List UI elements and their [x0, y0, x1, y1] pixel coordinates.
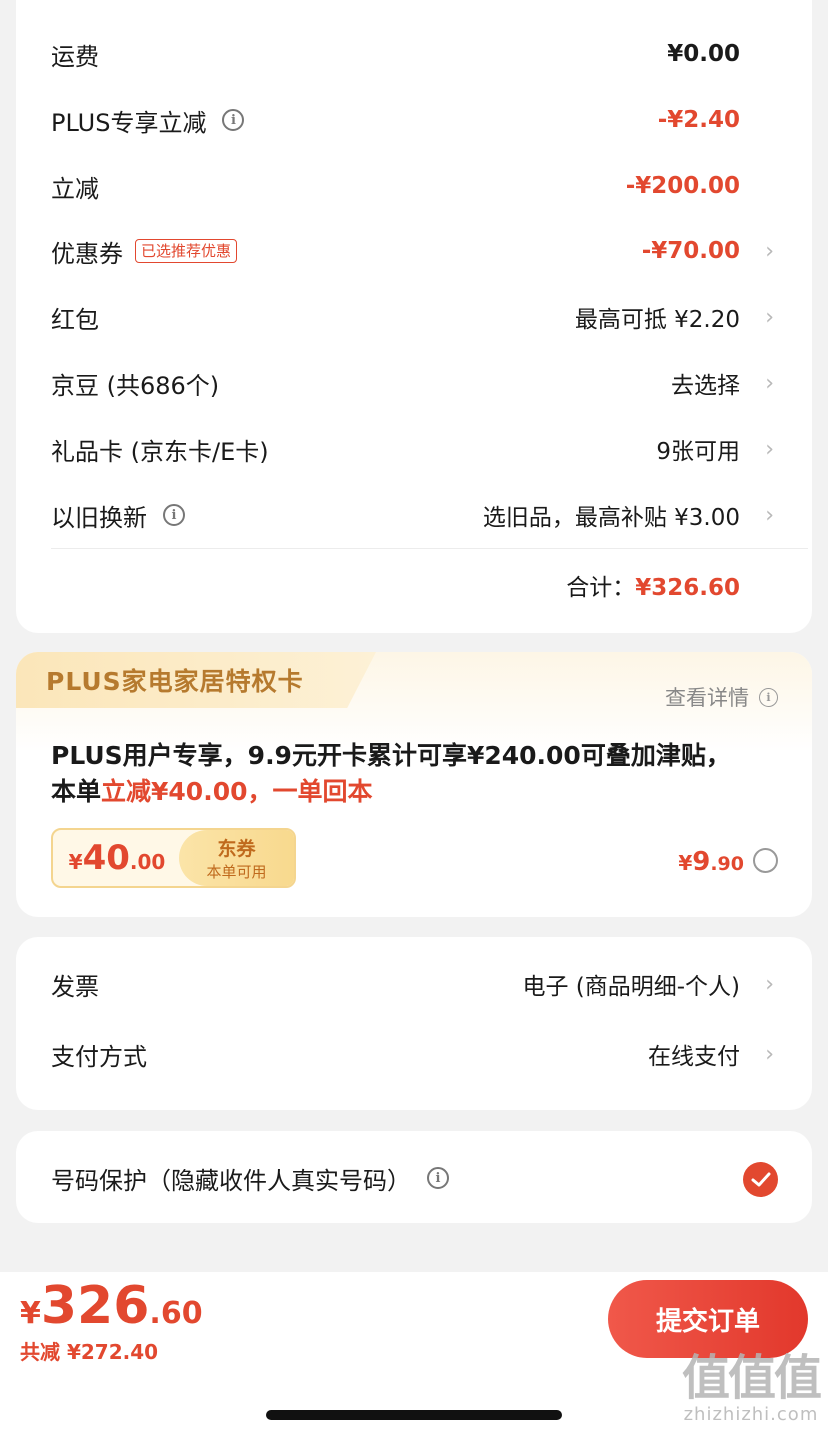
plus-price-integer: 9 — [692, 847, 711, 877]
plus-discount-label-wrap: PLUS专享立减 i — [51, 103, 245, 138]
trade-in-value: 选旧品，最高补贴 ¥3.00 — [482, 505, 740, 531]
fee-summary-card: 运费 ¥0.00 PLUS专享立减 i -¥2.40 立减 -¥200.00 优… — [16, 0, 812, 633]
invoice-value: 电子 (商品明细-个人) — [522, 974, 740, 1000]
number-protection-card: 号码保护（隐藏收件人真实号码） i — [16, 1131, 812, 1223]
plus-discount-value: -¥2.40 — [657, 107, 740, 133]
plus-discount-row: PLUS专享立减 i -¥2.40 — [16, 95, 812, 145]
info-icon: i — [759, 687, 778, 707]
trade-in-row[interactable]: 以旧换新 i 选旧品，最高补贴 ¥3.00 › — [16, 490, 812, 540]
number-protection-row: 号码保护（隐藏收件人真实号码） i — [16, 1153, 812, 1203]
gift-card-value: 9张可用 — [656, 439, 740, 465]
trade-in-label-wrap: 以旧换新 i — [51, 498, 185, 533]
home-indicator[interactable] — [266, 1410, 562, 1420]
chevron-right-icon: › — [765, 436, 774, 462]
payment-method-label: 支付方式 — [51, 1042, 147, 1071]
plus-card-radio[interactable] — [753, 848, 778, 873]
number-protection-checkbox[interactable] — [743, 1162, 778, 1197]
coupon-subtitle: 本单可用 — [206, 863, 267, 881]
number-protection-label-wrap: 号码保护（隐藏收件人真实号码） i — [51, 1161, 449, 1196]
payable-decimal: .60 — [149, 1296, 203, 1331]
plus-price-decimal: .90 — [710, 853, 744, 875]
coupon-label: 优惠券 — [51, 239, 123, 268]
chevron-right-icon: › — [765, 238, 774, 264]
submit-order-button[interactable]: 提交订单 — [608, 1280, 808, 1358]
instant-discount-row: 立减 -¥200.00 — [16, 161, 812, 211]
plus-price-currency: ¥ — [678, 851, 693, 875]
watermark-logo: 值值值 — [681, 1350, 822, 1406]
payable-currency: ¥ — [20, 1296, 41, 1331]
invoice-payment-card: 发票 电子 (商品明细-个人) › 支付方式 在线支付 › — [16, 937, 812, 1110]
watermark: 值值值 zhizhizhi.com — [681, 1350, 822, 1425]
coupon-value: -¥70.00 — [641, 238, 740, 264]
plus-description-highlight: 立减¥40.00，一单回本 — [101, 777, 373, 806]
info-icon[interactable]: i — [163, 504, 185, 526]
instant-discount-value: -¥200.00 — [625, 173, 740, 199]
chevron-right-icon: › — [765, 304, 774, 330]
shipping-fee-value: ¥0.00 — [667, 41, 740, 67]
watermark-url: zhizhizhi.com — [683, 1404, 819, 1425]
recommended-tag: 已选推荐优惠 — [135, 239, 238, 263]
checkmark-icon — [751, 1172, 770, 1186]
coupon-row[interactable]: 优惠券 已选推荐优惠 -¥70.00 › — [16, 226, 812, 276]
invoice-label: 发票 — [51, 972, 99, 1001]
coupon-amount: ¥40.00 — [53, 830, 181, 886]
coupon-amount-decimal: .00 — [129, 850, 166, 874]
divider — [51, 548, 808, 549]
info-icon[interactable]: i — [427, 1167, 449, 1189]
plus-description: PLUS用户专享，9.9元开卡累计可享¥240.00可叠加津贴，本单立减¥40.… — [51, 738, 751, 810]
payment-method-row[interactable]: 支付方式 在线支付 › — [16, 1029, 812, 1079]
total-saved: 共减 ¥272.40 — [20, 1340, 159, 1364]
chevron-right-icon: › — [765, 502, 774, 528]
plus-discount-label: PLUS专享立减 — [51, 108, 207, 137]
payable-integer: 326 — [40, 1276, 150, 1336]
view-details-link[interactable]: 查看详情 i — [665, 682, 778, 712]
coupon-amount-integer: 40 — [82, 838, 130, 878]
trade-in-label: 以旧换新 — [51, 503, 147, 532]
instant-discount-label: 立减 — [51, 174, 99, 203]
red-packet-value: 最高可抵 ¥2.20 — [574, 307, 740, 333]
payment-method-value: 在线支付 — [648, 1044, 740, 1070]
order-confirm-page: 运费 ¥0.00 PLUS专享立减 i -¥2.40 立减 -¥200.00 优… — [0, 0, 828, 1434]
coupon-currency: ¥ — [68, 850, 83, 874]
coupon-ticket: ¥40.00 东券 本单可用 — [51, 828, 296, 888]
info-icon[interactable]: i — [222, 109, 245, 131]
jingdou-label: 京豆 (共686个) — [51, 371, 220, 400]
subtotal-value: ¥326.60 — [635, 575, 740, 601]
invoice-row[interactable]: 发票 电子 (商品明细-个人) › — [16, 959, 812, 1009]
gift-card-label: 礼品卡 (京东卡/E卡) — [51, 437, 269, 466]
chevron-right-icon: › — [765, 1041, 774, 1067]
subtotal-label: 合计： — [566, 575, 636, 601]
chevron-right-icon: › — [765, 370, 774, 396]
red-packet-label: 红包 — [51, 305, 99, 334]
shipping-fee-label: 运费 — [51, 42, 99, 71]
payable-amount: ¥326.60 — [20, 1276, 203, 1336]
gift-card-row[interactable]: 礼品卡 (京东卡/E卡) 9张可用 › — [16, 424, 812, 474]
plus-card-offer: PLUS家电家居特权卡 查看详情 i PLUS用户专享，9.9元开卡累计可享¥2… — [16, 652, 812, 917]
subtotal: 合计：¥326.60 — [566, 568, 740, 602]
coupon-title: 东券 — [217, 838, 256, 860]
jingdou-row[interactable]: 京豆 (共686个) 去选择 › — [16, 358, 812, 408]
number-protection-label: 号码保护（隐藏收件人真实号码） — [51, 1166, 411, 1195]
plus-banner-title: PLUS家电家居特权卡 — [46, 667, 304, 696]
view-details-label: 查看详情 — [665, 686, 749, 710]
coupon-label-wrap: 优惠券 已选推荐优惠 — [51, 234, 238, 269]
plus-card-price: ¥9.90 — [678, 847, 744, 877]
jingdou-value: 去选择 — [671, 373, 740, 399]
coupon-type: 东券 本单可用 — [179, 830, 294, 886]
chevron-right-icon: › — [765, 971, 774, 997]
shipping-fee-row: 运费 ¥0.00 — [16, 29, 812, 79]
red-packet-row[interactable]: 红包 最高可抵 ¥2.20 › — [16, 292, 812, 342]
